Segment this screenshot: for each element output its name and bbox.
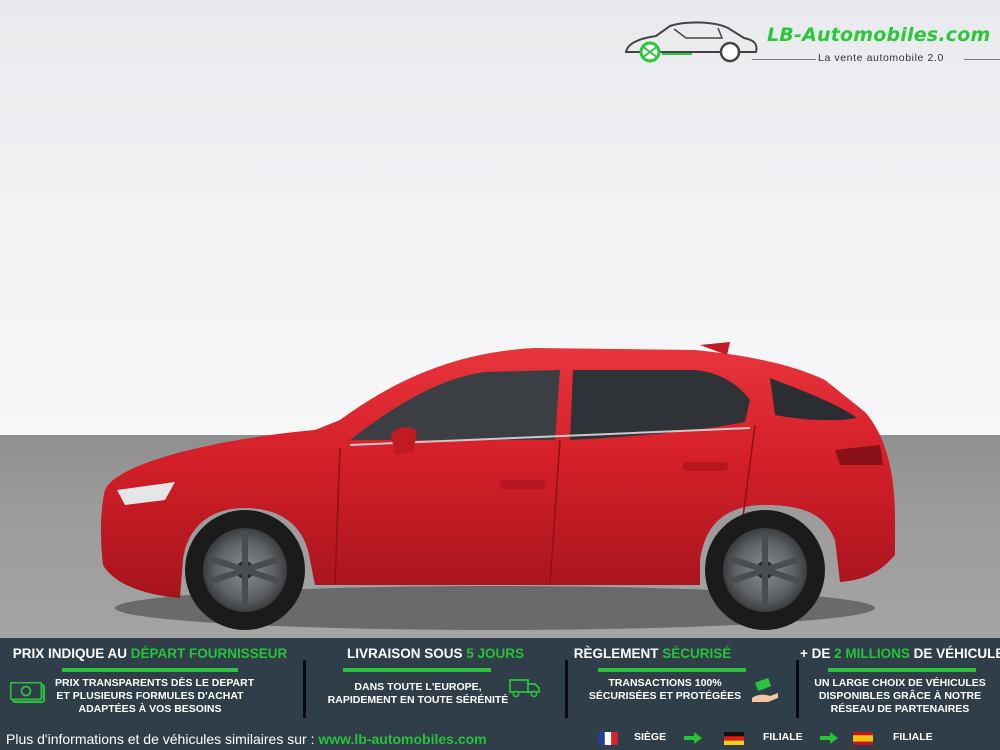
feature-price-desc-line: ADAPTÉES À VOS BESOINS bbox=[78, 703, 222, 715]
banner-divider bbox=[303, 660, 306, 718]
feature-payment-title-accent: SÉCURISÉ bbox=[662, 646, 732, 661]
feature-payment-desc-line: SÉCURISÉES ET PROTÉGÉES bbox=[588, 690, 742, 702]
car-photo bbox=[100, 342, 895, 630]
feature-price-desc-line: PRIX TRANSPARENTS DÈS LE DEPART bbox=[55, 677, 255, 689]
logo-tagline: La vente automobile 2.0 bbox=[818, 52, 944, 64]
feature-vehicles-title: + DE 2 MILLIONS DE VÉHICULES bbox=[800, 646, 1000, 661]
location-label-headquarters: SIÈGE bbox=[634, 731, 667, 743]
feature-price-desc-line: ET PLUSIEURS FORMULES D'ACHAT bbox=[56, 690, 244, 702]
front-wheel-icon bbox=[185, 510, 305, 630]
money-icon bbox=[10, 682, 45, 703]
feature-delivery-bar bbox=[343, 668, 491, 672]
feature-delivery-title-accent: 5 JOURS bbox=[466, 646, 525, 661]
feature-price-desc: PRIX TRANSPARENTS DÈS LE DEPART ET PLUSI… bbox=[55, 677, 255, 716]
feature-vehicles-desc-line: RÉSEAU DE PARTENAIRES bbox=[830, 703, 970, 715]
feature-delivery: LIVRAISON SOUS 5 JOURS DANS TOUTE L'EURO… bbox=[308, 638, 563, 726]
footer-info-text: Plus d'informations et de véhicules simi… bbox=[6, 731, 319, 747]
feature-vehicles-bar bbox=[828, 668, 976, 672]
feature-vehicles-desc-line: DISPONIBLES GRÂCE À NOTRE bbox=[818, 690, 982, 702]
logo-car-icon bbox=[624, 21, 758, 63]
delivery-truck-icon bbox=[509, 679, 540, 698]
spain-flag-icon bbox=[853, 732, 873, 745]
feature-price-title: PRIX INDIQUE AU DÉPART FOURNISSEUR bbox=[0, 646, 300, 661]
feature-payment-title: RÈGLEMENT SÉCURISÉ bbox=[540, 646, 765, 661]
feature-vehicles-title-main: + DE bbox=[800, 646, 835, 661]
feature-price-title-main: PRIX INDIQUE AU bbox=[12, 646, 131, 661]
feature-price-title-accent: DÉPART FOURNISSEUR bbox=[130, 646, 288, 661]
feature-vehicles-desc: UN LARGE CHOIX DE VÉHICULES DISPONIBLES … bbox=[800, 677, 1000, 716]
feature-payment-desc: TRANSACTIONS 100% SÉCURISÉES ET PROTÉGÉE… bbox=[580, 677, 750, 703]
payment-hand-icon bbox=[752, 678, 778, 702]
feature-price: PRIX INDIQUE AU DÉPART FOURNISSEUR PRIX … bbox=[0, 638, 300, 726]
site-logo[interactable]: LB-Automobiles.com La vente automobile 2… bbox=[622, 18, 1000, 68]
feature-vehicles: + DE 2 MILLIONS DE VÉHICULES UN LARGE CH… bbox=[800, 638, 1000, 726]
feature-price-bar bbox=[62, 668, 238, 672]
feature-vehicles-title-end: DE VÉHICULES bbox=[913, 646, 1000, 661]
rear-wheel-icon bbox=[705, 510, 825, 630]
feature-delivery-desc-line: RAPIDEMENT EN TOUTE SÉRÉNITÉ bbox=[327, 694, 509, 706]
arrow-right-icon bbox=[820, 732, 838, 744]
location-label-germany: FILIALE bbox=[763, 731, 803, 743]
footer-info: Plus d'informations et de véhicules simi… bbox=[6, 731, 487, 747]
feature-delivery-desc-line: DANS TOUTE L'EUROPE, bbox=[354, 681, 482, 693]
logo-brand-name: LB-Automobiles.com bbox=[767, 24, 991, 46]
logo-rule-right bbox=[964, 59, 1000, 60]
info-banner: PRIX INDIQUE AU DÉPART FOURNISSEUR PRIX … bbox=[0, 638, 1000, 750]
banner-divider bbox=[565, 660, 568, 718]
feature-delivery-desc: DANS TOUTE L'EUROPE, RAPIDEMENT EN TOUTE… bbox=[318, 681, 518, 707]
location-label-spain: FILIALE bbox=[893, 731, 933, 743]
arrow-right-icon bbox=[684, 732, 702, 744]
feature-payment-title-main: RÈGLEMENT bbox=[573, 646, 663, 661]
feature-vehicles-title-accent: 2 MILLIONS bbox=[834, 646, 910, 661]
feature-delivery-title: LIVRAISON SOUS 5 JOURS bbox=[308, 646, 563, 661]
france-flag-icon bbox=[598, 732, 618, 745]
logo-rule-left bbox=[752, 59, 816, 60]
germany-flag-icon bbox=[724, 732, 744, 745]
feature-payment-desc-line: TRANSACTIONS 100% bbox=[608, 677, 722, 689]
banner-divider bbox=[796, 660, 799, 718]
feature-payment: RÈGLEMENT SÉCURISÉ TRANSACTIONS 100% SÉC… bbox=[570, 638, 795, 726]
feature-delivery-title-main: LIVRAISON SOUS bbox=[346, 646, 467, 661]
feature-vehicles-desc-line: UN LARGE CHOIX DE VÉHICULES bbox=[814, 677, 986, 689]
footer-website-link[interactable]: www.lb-automobiles.com bbox=[318, 731, 486, 747]
feature-payment-bar bbox=[598, 668, 746, 672]
